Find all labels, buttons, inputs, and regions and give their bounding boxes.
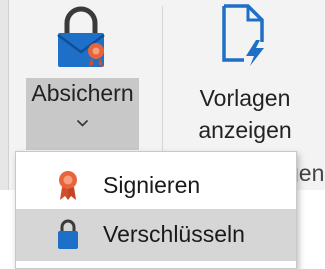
ribbon-left-edge <box>0 0 9 190</box>
show-templates-label: Vorlagen anzeigen <box>190 82 300 146</box>
show-templates-button[interactable]: Vorlagen anzeigen <box>190 0 300 150</box>
secure-split-button[interactable]: Absichern <box>26 0 139 150</box>
ribbon-seal-icon <box>59 171 77 200</box>
ribbon-group-separator <box>162 6 163 156</box>
menu-item-sign[interactable]: Signieren <box>16 160 296 212</box>
secure-button-main[interactable] <box>26 0 139 78</box>
show-templates-label-line1: Vorlagen <box>199 85 291 111</box>
document-lightning-icon <box>222 4 264 66</box>
show-templates-label-line2: anzeigen <box>198 117 292 143</box>
chevron-down-icon <box>76 119 89 127</box>
secure-button-label: Absichern <box>31 80 134 106</box>
envelope-lock-icon <box>57 6 105 68</box>
lock-icon <box>58 219 78 249</box>
menu-item-sign-label: Signieren <box>103 172 201 198</box>
menu-item-encrypt[interactable]: Verschlüsseln <box>16 209 296 261</box>
secure-button-dropdown[interactable]: Absichern <box>26 78 139 150</box>
menu-item-encrypt-label: Verschlüsseln <box>103 221 245 247</box>
secure-dropdown-menu: Signieren Verschlüsseln <box>15 151 297 269</box>
